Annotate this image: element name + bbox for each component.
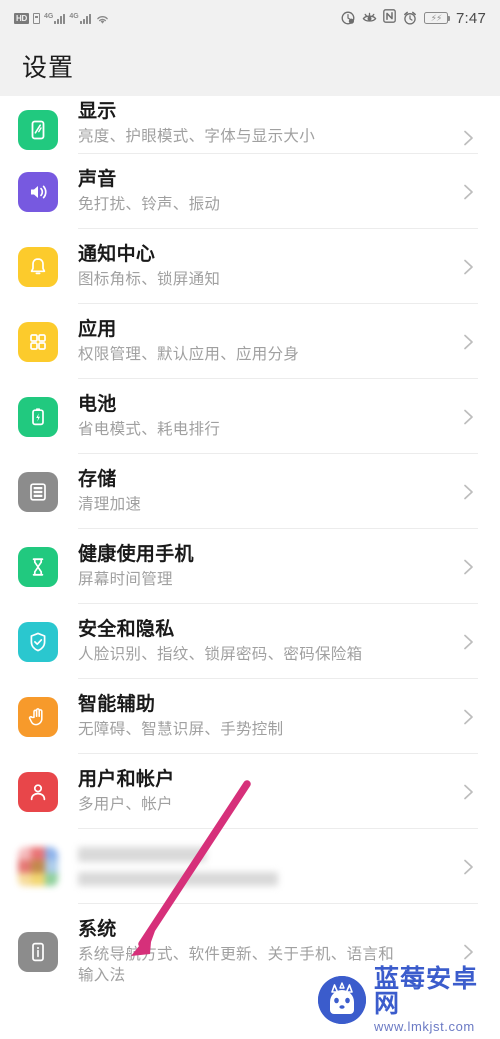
chevron-right-icon[interactable] (458, 257, 478, 277)
battery-charging-glyph: ⚡⚡ (430, 12, 443, 23)
hd-icon: HD (14, 12, 29, 24)
watermark-site-name: 蓝莓安卓网 (374, 964, 479, 1018)
settings-list: 显示 亮度、护眼模式、字体与显示大小 声音 免打扰、铃声、振动 通知中心 图标角… (0, 96, 500, 999)
network-type-label-1: 4G (43, 12, 54, 20)
watermark-url: www.lmkjst.com (374, 1019, 475, 1034)
user-icon (18, 771, 58, 812)
settings-row-users-accounts[interactable]: 用户和帐户 多用户、帐户 (0, 754, 500, 829)
chevron-right-icon[interactable] (458, 942, 478, 962)
settings-row-subtitle: 免打扰、铃声、振动 (78, 196, 221, 213)
settings-row-text: 显示 亮度、护眼模式、字体与显示大小 (78, 99, 450, 148)
settings-row-text: 存储 清理加速 (78, 467, 450, 516)
signal-4g-icon-2: 4G (69, 12, 91, 24)
settings-row-subtitle: 多用户、帐户 (78, 796, 173, 813)
signal-bars-1 (54, 13, 66, 24)
chevron-right-icon[interactable] (458, 332, 478, 352)
settings-row-display[interactable]: 显示 亮度、护眼模式、字体与显示大小 (0, 96, 500, 154)
status-bar-clock: 7:47 (456, 9, 486, 27)
settings-row-title: 应用 (78, 319, 117, 340)
settings-row-text: 声音 免打扰、铃声、振动 (78, 167, 450, 216)
settings-row-subtitle: 屏幕时间管理 (78, 571, 173, 588)
settings-row-smart-assistance[interactable]: 智能辅助 无障碍、智慧识屏、手势控制 (0, 679, 500, 754)
settings-row-title: 智能辅助 (78, 694, 156, 715)
status-bar-right: ⚡⚡ 7:47 (341, 9, 486, 27)
signal-bars-2 (79, 13, 91, 24)
chevron-right-icon[interactable] (458, 407, 478, 427)
settings-row-text: 智能辅助 无障碍、智慧识屏、手势控制 (78, 692, 450, 741)
settings-row-title: 健康使用手机 (78, 544, 194, 565)
sound-icon (18, 171, 58, 212)
settings-row-notifications[interactable]: 通知中心 图标角标、锁屏通知 (0, 229, 500, 304)
eye-comfort-icon (362, 11, 377, 25)
settings-row-subtitle: 清理加速 (78, 496, 142, 513)
settings-row-title: 电池 (78, 394, 117, 415)
chevron-right-icon[interactable] (458, 707, 478, 727)
android-mascot-logo (318, 975, 366, 1024)
settings-row-apps[interactable]: 应用 权限管理、默认应用、应用分身 (0, 304, 500, 379)
battery-icon (18, 396, 58, 437)
settings-row-subtitle: 图标角标、锁屏通知 (78, 271, 221, 288)
settings-row-storage[interactable]: 存储 清理加速 (0, 454, 500, 529)
storage-icon (18, 471, 58, 512)
settings-row-title: 安全和隐私 (78, 619, 175, 640)
settings-row-subtitle-line1: 系统导航方式、软件更新、关于手机、语言和 (78, 945, 395, 963)
hand-icon (18, 696, 58, 737)
blurred-app-icon (18, 846, 58, 887)
settings-row-title: 显示 (78, 101, 117, 122)
settings-row-text: 安全和隐私 人脸识别、指纹、锁屏密码、密码保险箱 (78, 617, 450, 666)
hourglass-icon (18, 546, 58, 587)
bell-icon (18, 246, 58, 287)
display-icon (18, 110, 58, 150)
alarm-icon (403, 11, 417, 25)
settings-row-digital-balance[interactable]: 健康使用手机 屏幕时间管理 (0, 529, 500, 604)
sim-card-icon (32, 12, 40, 24)
settings-row-text: 应用 权限管理、默认应用、应用分身 (78, 317, 450, 366)
chevron-right-icon[interactable] (458, 482, 478, 502)
settings-row-redacted[interactable] (0, 829, 500, 904)
chevron-right-icon[interactable] (458, 182, 478, 202)
site-watermark: 蓝莓安卓网 www.lmkjst.com (318, 966, 500, 1033)
settings-row-subtitle: 亮度、护眼模式、字体与显示大小 (78, 128, 316, 145)
wifi-icon (95, 13, 110, 24)
settings-row-text: 电池 省电模式、耗电排行 (78, 392, 450, 441)
settings-row-text (78, 843, 450, 890)
chevron-right-icon[interactable] (458, 857, 478, 877)
status-bar-left: HD 4G 4G (14, 12, 110, 24)
nfc-icon (383, 9, 396, 27)
watermark-text: 蓝莓安卓网 www.lmkjst.com (374, 966, 500, 1033)
settings-row-title: 声音 (78, 169, 117, 190)
battery-icon: ⚡⚡ (424, 12, 451, 24)
settings-row-title: 通知中心 (78, 244, 156, 265)
settings-row-title: 系统 (78, 918, 117, 940)
redacted-title-block (78, 847, 206, 862)
settings-row-text: 通知中心 图标角标、锁屏通知 (78, 242, 450, 291)
settings-row-text: 用户和帐户 多用户、帐户 (78, 767, 450, 816)
chevron-right-icon[interactable] (458, 128, 478, 148)
settings-row-title: 用户和帐户 (78, 769, 175, 790)
page-header: 设置 (0, 36, 500, 96)
settings-row-text: 健康使用手机 屏幕时间管理 (78, 542, 450, 591)
chevron-right-icon[interactable] (458, 632, 478, 652)
chevron-right-icon[interactable] (458, 557, 478, 577)
settings-row-security-privacy[interactable]: 安全和隐私 人脸识别、指纹、锁屏密码、密码保险箱 (0, 604, 500, 679)
settings-row-battery[interactable]: 电池 省电模式、耗电排行 (0, 379, 500, 454)
settings-screen: HD 4G 4G ⚡⚡ 7:47 设置 显示 亮度、护眼模式、字体与显示大小 声… (0, 0, 500, 1039)
chevron-right-icon[interactable] (458, 782, 478, 802)
redacted-subtitle-block (78, 872, 278, 886)
network-type-label-2: 4G (69, 12, 79, 20)
settings-row-subtitle: 人脸识别、指纹、锁屏密码、密码保险箱 (78, 646, 363, 663)
system-info-icon (18, 931, 58, 972)
settings-row-subtitle: 权限管理、默认应用、应用分身 (78, 346, 300, 363)
status-bar: HD 4G 4G ⚡⚡ 7:47 (0, 0, 500, 36)
settings-row-subtitle: 省电模式、耗电排行 (78, 421, 221, 438)
apps-grid-icon (18, 321, 58, 362)
shield-check-icon (18, 621, 58, 662)
settings-row-sound[interactable]: 声音 免打扰、铃声、振动 (0, 154, 500, 229)
do-not-disturb-icon (341, 11, 355, 25)
settings-row-title: 存储 (78, 469, 117, 490)
page-title: 设置 (22, 54, 75, 82)
signal-4g-icon-1: 4G (43, 12, 66, 24)
settings-row-subtitle: 无障碍、智慧识屏、手势控制 (78, 721, 284, 738)
